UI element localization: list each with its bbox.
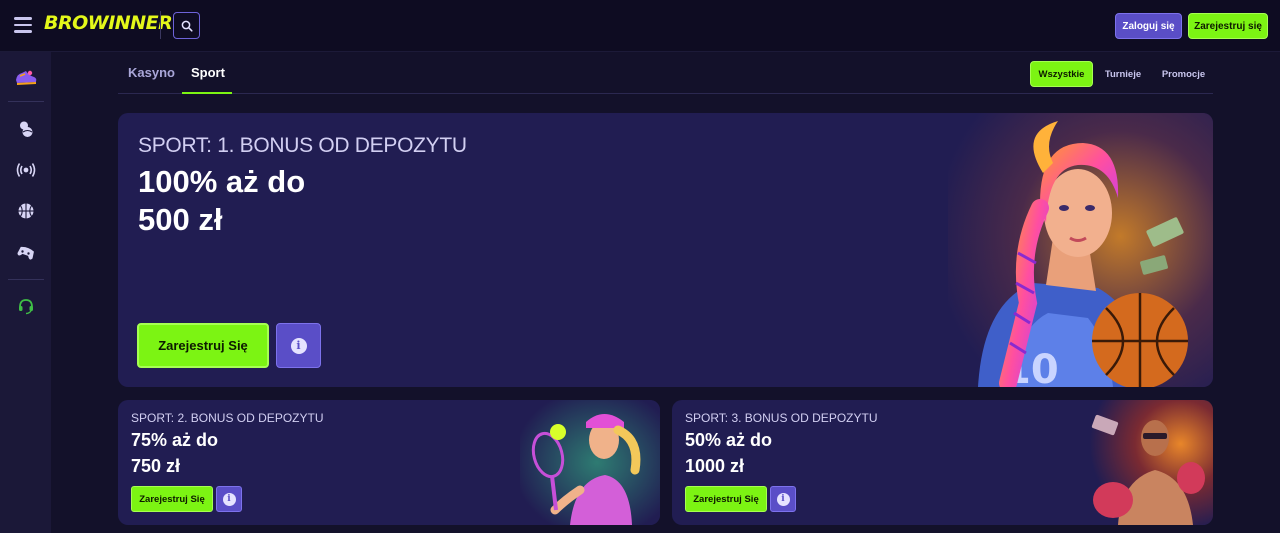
support-headset-icon[interactable] [13,293,38,318]
promo-title: 75% aż do 750 zł [131,427,331,479]
promo-subtitle: SPORT: 1. BONUS OD DEPOZYTU [138,134,467,157]
register-promo-button[interactable]: Zarejestruj Się [131,486,213,512]
filter-promotions-button[interactable]: Promocje [1155,61,1212,87]
sidebar-divider [8,101,44,102]
tab-sport[interactable]: Sport [191,65,225,80]
search-button[interactable] [173,12,200,39]
header-divider [160,11,161,39]
promo-title-line1: 75% aż do [131,430,219,450]
filter-tournaments-button[interactable]: Turnieje [1099,61,1147,87]
promo-title-line1: 50% aż do [685,430,773,450]
info-icon: i [290,337,307,354]
tabs-divider [118,93,1213,94]
promo-info-button[interactable]: i [276,323,321,368]
basketball-player-illustration: 10 [948,113,1213,387]
promo-title: 100% aż do 500 zł [138,163,438,239]
login-button[interactable]: Zaloguj się [1115,13,1182,39]
sports-balls-icon[interactable] [13,116,38,141]
info-icon: i [222,492,236,506]
sidebar [0,52,51,533]
top-header: BROWINNER Zaloguj się Zarejestruj się [0,0,1280,52]
boxer-illustration [1083,400,1213,525]
gamepad-icon[interactable] [13,240,38,265]
promo-title: 50% aż do 1000 zł [685,427,885,479]
promo-info-button[interactable]: i [770,486,796,512]
tennis-player-illustration [520,400,660,525]
promo-card-main: 10 SPORT: 1. BONUS OD DEPOZYTU 100% aż d… [118,113,1213,387]
promo-card-third: SPORT: 3. BONUS OD DEPOZYTU 50% aż do 10… [672,400,1213,525]
search-icon [181,20,193,32]
live-broadcast-icon[interactable] [13,157,38,182]
promo-title-line2: 500 zł [138,202,223,237]
promo-info-button[interactable]: i [216,486,242,512]
active-tab-indicator [182,92,232,94]
filter-all-button[interactable]: Wszystkie [1030,61,1093,87]
register-promo-button[interactable]: Zarejestruj Się [685,486,767,512]
basketball-icon[interactable] [13,198,38,223]
menu-icon[interactable] [14,17,32,33]
register-button[interactable]: Zarejestruj się [1188,13,1268,39]
promo-subtitle: SPORT: 3. BONUS OD DEPOZYTU [685,411,878,425]
promo-card-second: SPORT: 2. BONUS OD DEPOZYTU 75% aż do 75… [118,400,660,525]
info-icon: i [776,492,790,506]
logo[interactable]: BROWINNER [44,12,173,34]
register-promo-button[interactable]: Zarejestruj Się [137,323,269,368]
sneakers-icon[interactable] [13,65,38,90]
tab-casino[interactable]: Kasyno [128,65,175,80]
promo-title-line2: 1000 zł [685,456,745,476]
promo-subtitle: SPORT: 2. BONUS OD DEPOZYTU [131,411,324,425]
promo-title-line1: 100% aż do [138,164,306,199]
sidebar-divider [8,279,44,280]
promo-title-line2: 750 zł [131,456,181,476]
